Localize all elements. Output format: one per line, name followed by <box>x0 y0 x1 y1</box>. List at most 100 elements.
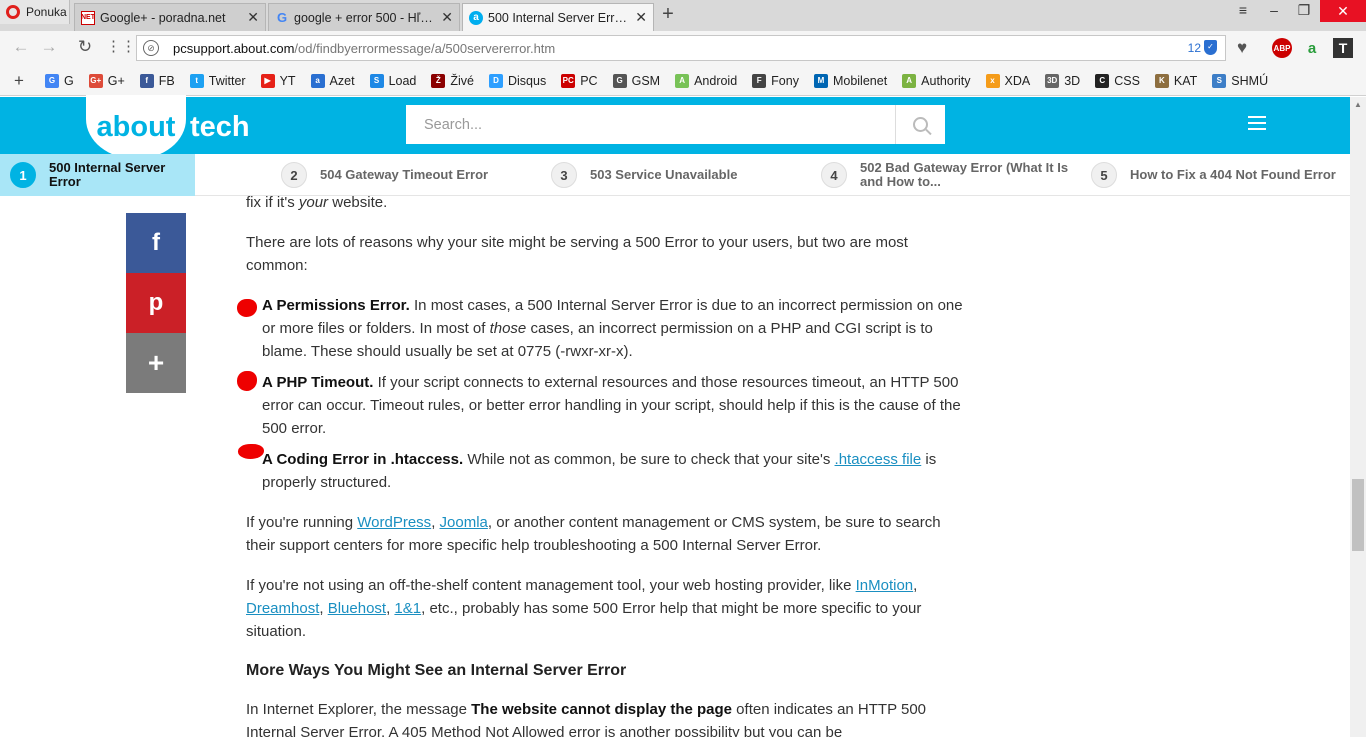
inmotion-link[interactable]: InMotion <box>856 577 914 594</box>
close-icon[interactable]: ✕ <box>247 9 259 26</box>
bookmark-item[interactable]: 3D 3D <box>1038 73 1088 88</box>
opera-menu-button[interactable]: Ponuka <box>0 0 70 24</box>
joomla-link[interactable]: Joomla <box>440 514 488 531</box>
pinterest-share-button[interactable]: p <box>126 273 186 333</box>
close-icon[interactable]: ✕ <box>441 9 453 26</box>
bluehost-link[interactable]: Bluehost <box>328 600 386 617</box>
tab-title: 500 Internal Server Error (W <box>488 10 631 25</box>
bookmark-item[interactable]: A Authority <box>895 73 978 88</box>
close-icon[interactable]: ✕ <box>635 9 647 26</box>
bookmark-item[interactable]: F Fony <box>745 73 807 88</box>
bookmark-label: Authority <box>921 73 971 88</box>
search-button[interactable] <box>895 105 945 144</box>
about-tech-logo[interactable]: about tech <box>86 95 250 159</box>
scrollbar-thumb[interactable] <box>1352 479 1364 551</box>
bookmark-label: Disqus <box>508 73 547 88</box>
adblock-plus-icon[interactable]: ABP <box>1272 38 1292 58</box>
step-2[interactable]: 2 504 Gateway Timeout Error <box>281 154 531 196</box>
window-close-button[interactable]: ✕ <box>1320 0 1366 22</box>
hamburger-menu-icon[interactable] <box>1248 116 1266 134</box>
address-bar-row: ← → ↻ ⋮⋮ ⊘ pcsupport.about.com/od/findby… <box>0 31 1366 66</box>
maximize-button[interactable]: ❐ <box>1290 2 1318 19</box>
bookmark-item[interactable]: G+ G+ <box>82 73 133 88</box>
bookmark-item[interactable]: C CSS <box>1088 73 1148 88</box>
bookmark-item[interactable]: D Disqus <box>482 73 554 88</box>
tab-title: google + error 500 - Hľadá <box>294 10 437 25</box>
more-share-button[interactable]: + <box>126 333 186 393</box>
new-tab-button[interactable]: + <box>657 3 679 26</box>
step-1[interactable]: 1 500 Internal Server Error <box>0 154 195 196</box>
bookmark-item[interactable]: Ž Živé <box>424 73 482 88</box>
menu-label: Ponuka <box>26 5 67 19</box>
step-number: 1 <box>10 162 36 188</box>
url-input[interactable]: ⊘ pcsupport.about.com/od/findbyerrormess… <box>136 35 1226 61</box>
site-info-icon[interactable]: ⊘ <box>143 40 159 56</box>
bookmark-heart-icon[interactable]: ♥ <box>1232 38 1252 58</box>
bookmark-label: G+ <box>107 73 125 88</box>
reload-button[interactable]: ↻ <box>74 37 96 57</box>
bookmark-label: Fony <box>771 73 799 88</box>
tab-about-500[interactable]: a 500 Internal Server Error (W ✕ <box>462 3 654 31</box>
back-button[interactable]: ← <box>10 37 32 57</box>
bookmark-icon: t <box>189 73 204 88</box>
translate-icon[interactable]: a <box>1302 38 1322 58</box>
paragraph-intro-tail: fix if it's your website. <box>246 194 388 211</box>
page-scrollbar[interactable]: ▲ <box>1350 97 1366 737</box>
bookmark-item[interactable]: K KAT <box>1148 73 1205 88</box>
paragraph-ie: In Internet Explorer, the message The we… <box>246 701 927 737</box>
bookmark-label: Azet <box>329 73 355 88</box>
extension-t-icon[interactable]: T <box>1333 38 1353 58</box>
bookmark-item[interactable]: PC PC <box>554 73 605 88</box>
bookmark-icon: G <box>612 73 627 88</box>
bookmark-label: 3D <box>1064 73 1081 88</box>
search-input[interactable]: Search... <box>406 117 895 133</box>
search-box: Search... <box>406 105 945 144</box>
bookmark-item[interactable]: ▶ YT <box>254 73 304 88</box>
url-host: pcsupport.about.com <box>173 40 295 56</box>
facebook-share-button[interactable]: f <box>126 213 186 273</box>
bookmark-item[interactable]: G GSM <box>606 73 668 88</box>
tab-poradna[interactable]: NET Google+ - poradna.net ✕ <box>74 3 266 31</box>
bookmark-item[interactable]: f FB <box>133 73 183 88</box>
bookmark-icon: S <box>1212 73 1227 88</box>
bookmark-label: SHMÚ <box>1231 73 1269 88</box>
red-dot-mark <box>237 371 257 391</box>
bookmark-item[interactable]: t Twitter <box>183 73 254 88</box>
htaccess-link[interactable]: .htaccess file <box>835 451 922 468</box>
bookmark-item[interactable]: GG <box>38 73 82 88</box>
bookmark-item[interactable]: S SHMÚ <box>1205 73 1276 88</box>
adblock-badge[interactable]: 12 ✓ <box>1188 40 1217 55</box>
forward-button[interactable]: → <box>38 37 60 57</box>
url-path: /od/findbyerrormessage/a/500servererror.… <box>294 40 556 56</box>
add-bookmark-button[interactable]: + <box>0 71 38 91</box>
oneandone-link[interactable]: 1&1 <box>394 600 421 617</box>
step-5[interactable]: 5 How to Fix a 404 Not Found Error <box>1091 154 1350 196</box>
bookmark-label: YT <box>279 73 296 88</box>
red-dot-mark <box>238 444 264 459</box>
dreamhost-link[interactable]: Dreamhost <box>246 600 319 617</box>
tab-menu-icon[interactable]: ≡ <box>1229 2 1257 18</box>
bookmark-label: PC <box>580 73 598 88</box>
speed-dial-icon[interactable]: ⋮⋮ <box>106 37 136 55</box>
scroll-up-icon[interactable]: ▲ <box>1350 100 1366 109</box>
step-3[interactable]: 3 503 Service Unavailable <box>551 154 791 196</box>
tab-title: Google+ - poradna.net <box>100 10 226 25</box>
wordpress-link[interactable]: WordPress <box>357 514 431 531</box>
bookmark-icon: A <box>675 73 690 88</box>
bookmark-item[interactable]: M Mobilenet <box>807 73 895 88</box>
bookmark-icon: x <box>985 73 1000 88</box>
plus-icon: + <box>147 347 165 378</box>
bookmark-icon: G+ <box>88 73 103 88</box>
bookmark-item[interactable]: a Azet <box>304 73 363 88</box>
logo-about: about <box>86 95 186 159</box>
bookmark-item[interactable]: x XDA <box>979 73 1039 88</box>
step-4[interactable]: 4 502 Bad Gateway Error (What It Is and … <box>821 154 1076 196</box>
step-label: 502 Bad Gateway Error (What It Is and Ho… <box>860 160 1069 189</box>
step-number: 5 <box>1091 162 1117 188</box>
minimize-button[interactable]: – <box>1260 2 1288 18</box>
tab-google-search[interactable]: G google + error 500 - Hľadá ✕ <box>268 3 460 31</box>
bookmark-item[interactable]: S Load <box>363 73 425 88</box>
bookmark-item[interactable]: A Android <box>668 73 745 88</box>
bullet-htaccess: A Coding Error in .htaccess. While not a… <box>238 444 966 494</box>
bookmark-icon: PC <box>561 73 576 88</box>
